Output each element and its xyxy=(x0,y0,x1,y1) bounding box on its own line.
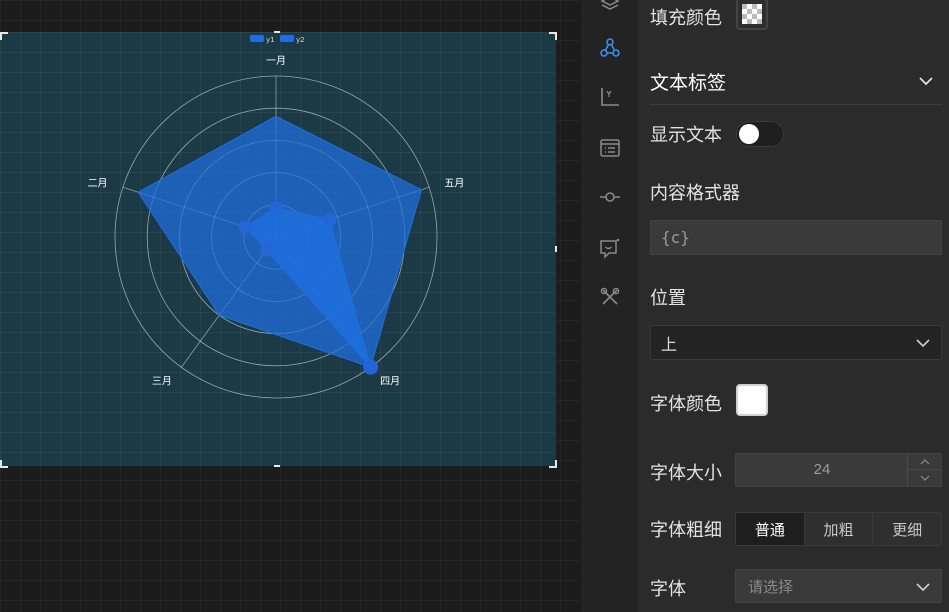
radar-axis-label: 四月 xyxy=(380,375,400,387)
position-select-value: 上 xyxy=(661,336,678,354)
text-label-section-header[interactable]: 文本标签 xyxy=(638,60,949,100)
font-size-value: 24 xyxy=(813,461,831,478)
increment-button[interactable] xyxy=(908,454,941,470)
legend-label: y1 xyxy=(266,36,275,44)
font-weight-label: 字体粗细 xyxy=(650,520,722,540)
resize-handle-right[interactable] xyxy=(555,246,557,252)
radar-axis-label: 一月 xyxy=(266,55,286,67)
resize-handle-top-left[interactable] xyxy=(0,32,8,40)
stepper-buttons xyxy=(907,454,941,486)
chart-legend[interactable]: y1 y2 xyxy=(250,35,305,44)
section-divider xyxy=(650,104,942,105)
data-point-icon[interactable] xyxy=(598,185,622,209)
position-select[interactable]: 上 xyxy=(650,325,942,360)
fill-color-label: 填充颜色 xyxy=(650,8,722,28)
radar-data-point xyxy=(260,243,274,257)
resize-handle-top[interactable] xyxy=(274,31,280,33)
legend-label: y2 xyxy=(296,36,305,44)
font-family-select[interactable]: 请选择 xyxy=(735,569,942,603)
legend-swatch xyxy=(250,35,264,42)
resize-handle-bottom-right[interactable] xyxy=(549,460,557,468)
legend-list-icon[interactable] xyxy=(598,136,622,160)
radar-data-point xyxy=(238,220,252,234)
font-size-label: 字体大小 xyxy=(650,463,722,483)
chevron-up-icon xyxy=(920,458,929,464)
tooltip-icon[interactable] xyxy=(598,236,622,260)
radar-data-point xyxy=(323,213,337,227)
font-family-label: 字体 xyxy=(650,579,686,599)
resize-handle-bottom-left[interactable] xyxy=(0,460,8,468)
font-size-stepper[interactable]: 24 xyxy=(735,453,942,487)
resize-handle-top-right[interactable] xyxy=(549,32,557,40)
tools-icon[interactable] xyxy=(598,285,622,309)
text-label-section-title: 文本标签 xyxy=(650,73,727,94)
show-text-toggle[interactable] xyxy=(736,121,784,147)
layers-icon[interactable] xyxy=(598,0,622,16)
radar-data-point xyxy=(269,201,283,215)
chevron-down-icon xyxy=(919,77,933,86)
radar-chart-component[interactable]: y1 y2 一月五月四月 三月 二月 xyxy=(0,32,556,466)
font-color-label: 字体颜色 xyxy=(650,394,722,414)
radar-chart-icon[interactable] xyxy=(598,36,622,60)
canvas-area[interactable]: y1 y2 一月五月四月 三月 二月 xyxy=(0,0,580,612)
chevron-down-icon xyxy=(916,583,930,592)
position-label: 位置 xyxy=(650,288,686,308)
toggle-knob xyxy=(739,124,759,144)
font-weight-bold[interactable]: 加粗 xyxy=(804,513,874,545)
legend-swatch xyxy=(280,35,294,42)
font-color-swatch[interactable] xyxy=(736,384,768,416)
radar-chart: y1 y2 一月五月四月 三月 二月 xyxy=(88,35,464,399)
fill-color-swatch[interactable] xyxy=(736,0,768,30)
font-weight-lighter[interactable]: 更细 xyxy=(873,513,941,545)
formatter-input[interactable]: {c} xyxy=(650,220,942,255)
show-text-label: 显示文本 xyxy=(650,125,722,145)
chevron-down-icon xyxy=(920,475,929,481)
font-weight-normal[interactable]: 普通 xyxy=(736,513,805,545)
property-category-toolbar xyxy=(580,0,638,612)
properties-panel: 填充颜色 文本标签 显示文本 内容格式器 {c} 位置 上 字体颜色 字体大小 … xyxy=(638,0,949,612)
radar-series[interactable] xyxy=(137,115,423,375)
radar-axis-label: 三月 xyxy=(152,375,172,387)
font-family-placeholder: 请选择 xyxy=(748,578,794,596)
formatter-label: 内容格式器 xyxy=(650,183,740,203)
radar-data-point xyxy=(363,359,379,375)
resize-handle-bottom[interactable] xyxy=(274,465,280,467)
radar-axis-label: 二月 xyxy=(88,177,108,189)
radar-axis-label: 五月 xyxy=(444,177,464,189)
chevron-down-icon xyxy=(916,339,930,348)
font-weight-segmented: 普通 加粗 更细 xyxy=(735,512,942,546)
transparent-checker-icon xyxy=(742,4,762,24)
axis-icon[interactable] xyxy=(598,85,622,109)
decrement-button[interactable] xyxy=(908,470,941,486)
